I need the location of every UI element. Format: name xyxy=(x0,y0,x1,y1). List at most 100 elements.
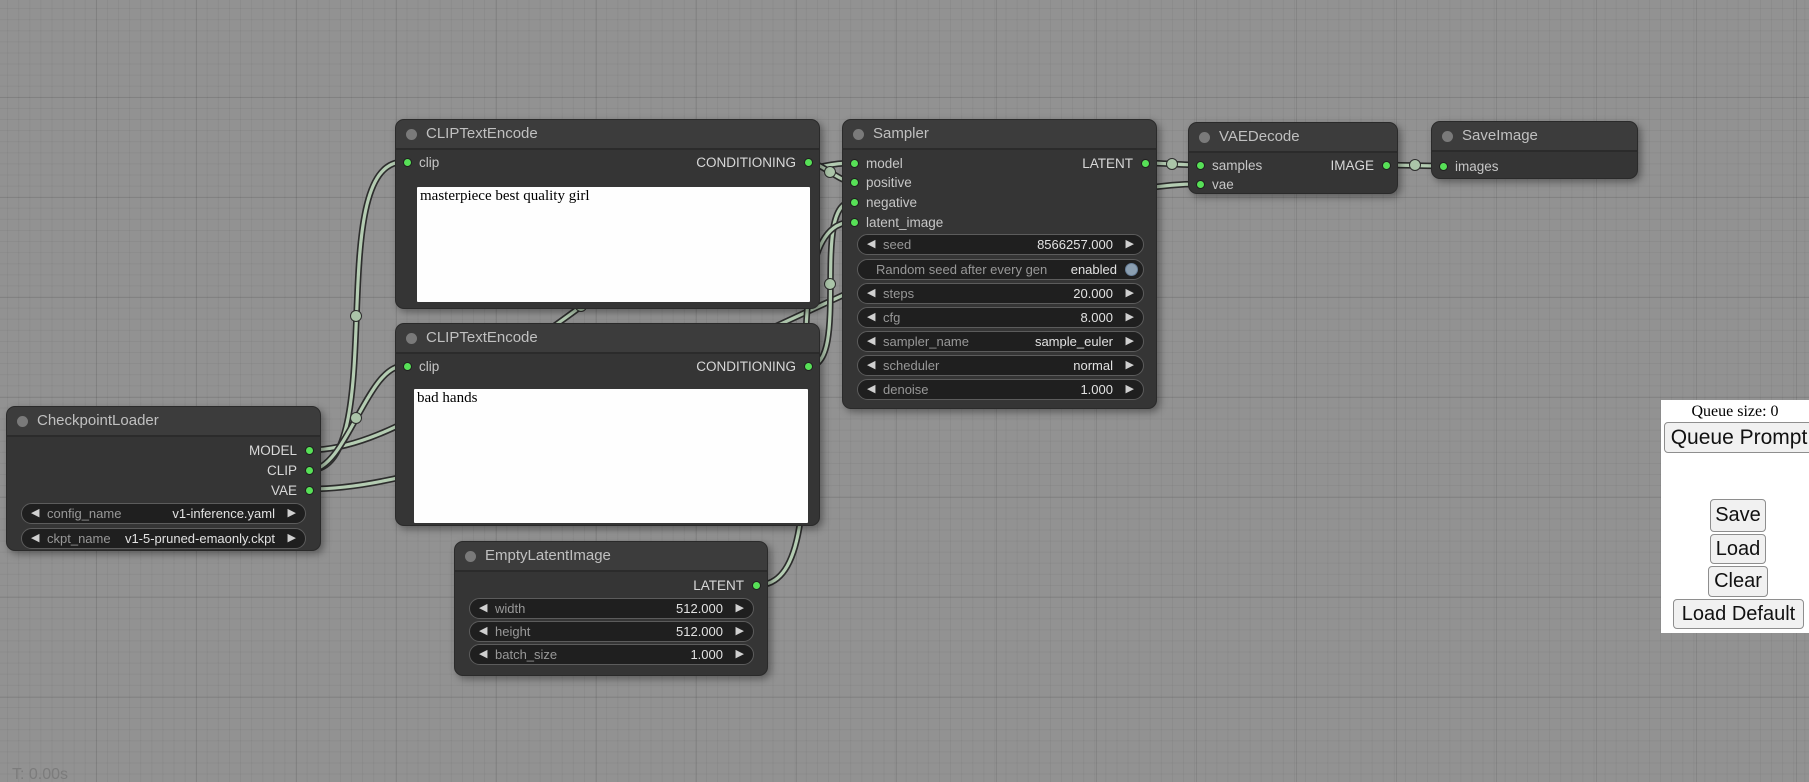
widget-width[interactable]: ◀ width 512.000 ▶ xyxy=(469,598,754,619)
widget-value: 8566257.000 xyxy=(1037,235,1113,254)
decrement-arrow-icon[interactable]: ◀ xyxy=(867,284,875,303)
decrement-arrow-icon[interactable]: ◀ xyxy=(867,356,875,375)
widget-label: batch_size xyxy=(495,645,557,664)
node-clip-text-encode-negative[interactable]: CLIPTextEncode clip CONDITIONING bad han… xyxy=(395,323,820,526)
widget-label: scheduler xyxy=(883,356,939,375)
load-button[interactable]: Load xyxy=(1710,534,1766,564)
node-empty-latent-image[interactable]: EmptyLatentImage LATENT ◀ width 512.000 … xyxy=(454,541,768,676)
increment-arrow-icon[interactable]: ▶ xyxy=(736,599,744,618)
link-clip-to-negative-encode[interactable] xyxy=(310,366,403,470)
node-save-image[interactable]: SaveImage images xyxy=(1431,121,1638,179)
node-graph-canvas[interactable]: CheckpointLoader MODEL CLIP VAE ◀ config… xyxy=(0,0,1809,782)
node-sampler[interactable]: Sampler model positive negative latent_i… xyxy=(842,119,1157,409)
node-title: CheckpointLoader xyxy=(37,407,159,435)
node-title: VAEDecode xyxy=(1219,123,1300,151)
widget-seed[interactable]: ◀ seed 8566257.000 ▶ xyxy=(857,234,1144,255)
increment-arrow-icon[interactable]: ▶ xyxy=(1126,356,1134,375)
widget-config-name[interactable]: ◀ config_name v1-inference.yaml ▶ xyxy=(21,503,306,524)
increment-arrow-icon[interactable]: ▶ xyxy=(288,529,296,548)
node-title-bar[interactable]: CLIPTextEncode xyxy=(396,324,819,354)
prompt-textarea[interactable]: masterpiece best quality girl xyxy=(417,187,810,302)
decrement-arrow-icon[interactable]: ◀ xyxy=(867,332,875,351)
increment-arrow-icon[interactable]: ▶ xyxy=(736,622,744,641)
decrement-arrow-icon[interactable]: ◀ xyxy=(31,529,39,548)
widget-random-seed-toggle[interactable]: Random seed after every gen enabled xyxy=(857,259,1144,280)
widget-height[interactable]: ◀ height 512.000 ▶ xyxy=(469,621,754,642)
toggle-indicator-icon[interactable] xyxy=(1125,263,1138,276)
node-status-dot xyxy=(853,129,864,140)
input-slot-label: vae xyxy=(1212,177,1234,192)
output-slot-dot-latent[interactable] xyxy=(752,581,761,590)
widget-ckpt-name[interactable]: ◀ ckpt_name v1-5-pruned-emaonly.ckpt ▶ xyxy=(21,528,306,549)
increment-arrow-icon[interactable]: ▶ xyxy=(288,504,296,523)
node-title-bar[interactable]: Sampler xyxy=(843,120,1156,150)
widget-label: sampler_name xyxy=(883,332,969,351)
node-title-bar[interactable]: CheckpointLoader xyxy=(7,407,320,437)
node-status-dot xyxy=(465,551,476,562)
input-slot-dot-positive[interactable] xyxy=(850,178,859,187)
decrement-arrow-icon[interactable]: ◀ xyxy=(867,308,875,327)
output-slot-label: MODEL xyxy=(249,443,297,458)
increment-arrow-icon[interactable]: ▶ xyxy=(1126,284,1134,303)
node-title: CLIPTextEncode xyxy=(426,120,538,148)
input-slot-dot-negative[interactable] xyxy=(850,198,859,207)
input-slot-dot-latent-image[interactable] xyxy=(850,218,859,227)
node-checkpoint-loader[interactable]: CheckpointLoader MODEL CLIP VAE ◀ config… xyxy=(6,406,321,551)
widget-value: normal xyxy=(1073,356,1113,375)
widget-batch-size[interactable]: ◀ batch_size 1.000 ▶ xyxy=(469,644,754,665)
output-slot-dot-conditioning[interactable] xyxy=(804,362,813,371)
widget-value: 1.000 xyxy=(690,645,723,664)
decrement-arrow-icon[interactable]: ◀ xyxy=(867,380,875,399)
decrement-arrow-icon[interactable]: ◀ xyxy=(479,599,487,618)
widget-scheduler[interactable]: ◀ scheduler normal ▶ xyxy=(857,355,1144,376)
input-slot-dot-images[interactable] xyxy=(1439,162,1448,171)
node-clip-text-encode-positive[interactable]: CLIPTextEncode clip CONDITIONING masterp… xyxy=(395,119,820,309)
queue-prompt-button[interactable]: Queue Prompt xyxy=(1664,422,1809,453)
clear-button[interactable]: Clear xyxy=(1708,566,1768,597)
decrement-arrow-icon[interactable]: ◀ xyxy=(479,645,487,664)
increment-arrow-icon[interactable]: ▶ xyxy=(1126,332,1134,351)
output-slot-dot-latent[interactable] xyxy=(1141,159,1150,168)
node-status-dot xyxy=(1442,131,1453,142)
node-title: SaveImage xyxy=(1462,122,1538,150)
decrement-arrow-icon[interactable]: ◀ xyxy=(31,504,39,523)
widget-value: sample_euler xyxy=(1035,332,1113,351)
output-slot-label: IMAGE xyxy=(1330,158,1374,173)
increment-arrow-icon[interactable]: ▶ xyxy=(1126,308,1134,327)
widget-value: 20.000 xyxy=(1073,284,1113,303)
node-title: EmptyLatentImage xyxy=(485,542,611,570)
widget-denoise[interactable]: ◀ denoise 1.000 ▶ xyxy=(857,379,1144,400)
widget-value: v1-inference.yaml xyxy=(172,504,275,523)
widget-value: 8.000 xyxy=(1080,308,1113,327)
output-slot-dot-vae[interactable] xyxy=(305,486,314,495)
input-slot-dot-vae[interactable] xyxy=(1196,180,1205,189)
node-title-bar[interactable]: SaveImage xyxy=(1432,122,1637,152)
prompt-textarea[interactable]: bad hands xyxy=(414,389,808,523)
input-slot-label: images xyxy=(1455,159,1499,174)
node-title-bar[interactable]: CLIPTextEncode xyxy=(396,120,819,150)
decrement-arrow-icon[interactable]: ◀ xyxy=(479,622,487,641)
widget-steps[interactable]: ◀ steps 20.000 ▶ xyxy=(857,283,1144,304)
node-title-bar[interactable]: VAEDecode xyxy=(1189,123,1397,153)
output-slot-dot-conditioning[interactable] xyxy=(804,158,813,167)
save-button[interactable]: Save xyxy=(1710,499,1766,532)
output-slot-label: LATENT xyxy=(693,578,744,593)
widget-label: ckpt_name xyxy=(47,529,111,548)
node-title-bar[interactable]: EmptyLatentImage xyxy=(455,542,767,572)
widget-cfg[interactable]: ◀ cfg 8.000 ▶ xyxy=(857,307,1144,328)
node-status-dot xyxy=(406,129,417,140)
node-title: CLIPTextEncode xyxy=(426,324,538,352)
increment-arrow-icon[interactable]: ▶ xyxy=(1126,235,1134,254)
output-slot-dot-model[interactable] xyxy=(305,446,314,455)
widget-label: seed xyxy=(883,235,911,254)
decrement-arrow-icon[interactable]: ◀ xyxy=(867,235,875,254)
output-slot-dot-image[interactable] xyxy=(1382,161,1391,170)
widget-sampler-name[interactable]: ◀ sampler_name sample_euler ▶ xyxy=(857,331,1144,352)
increment-arrow-icon[interactable]: ▶ xyxy=(736,645,744,664)
input-slot-label: latent_image xyxy=(866,215,943,230)
output-slot-dot-clip[interactable] xyxy=(305,466,314,475)
node-vae-decode[interactable]: VAEDecode samples vae IMAGE xyxy=(1188,122,1398,194)
load-default-button[interactable]: Load Default xyxy=(1673,599,1804,629)
increment-arrow-icon[interactable]: ▶ xyxy=(1126,380,1134,399)
widget-value: v1-5-pruned-emaonly.ckpt xyxy=(125,529,275,548)
